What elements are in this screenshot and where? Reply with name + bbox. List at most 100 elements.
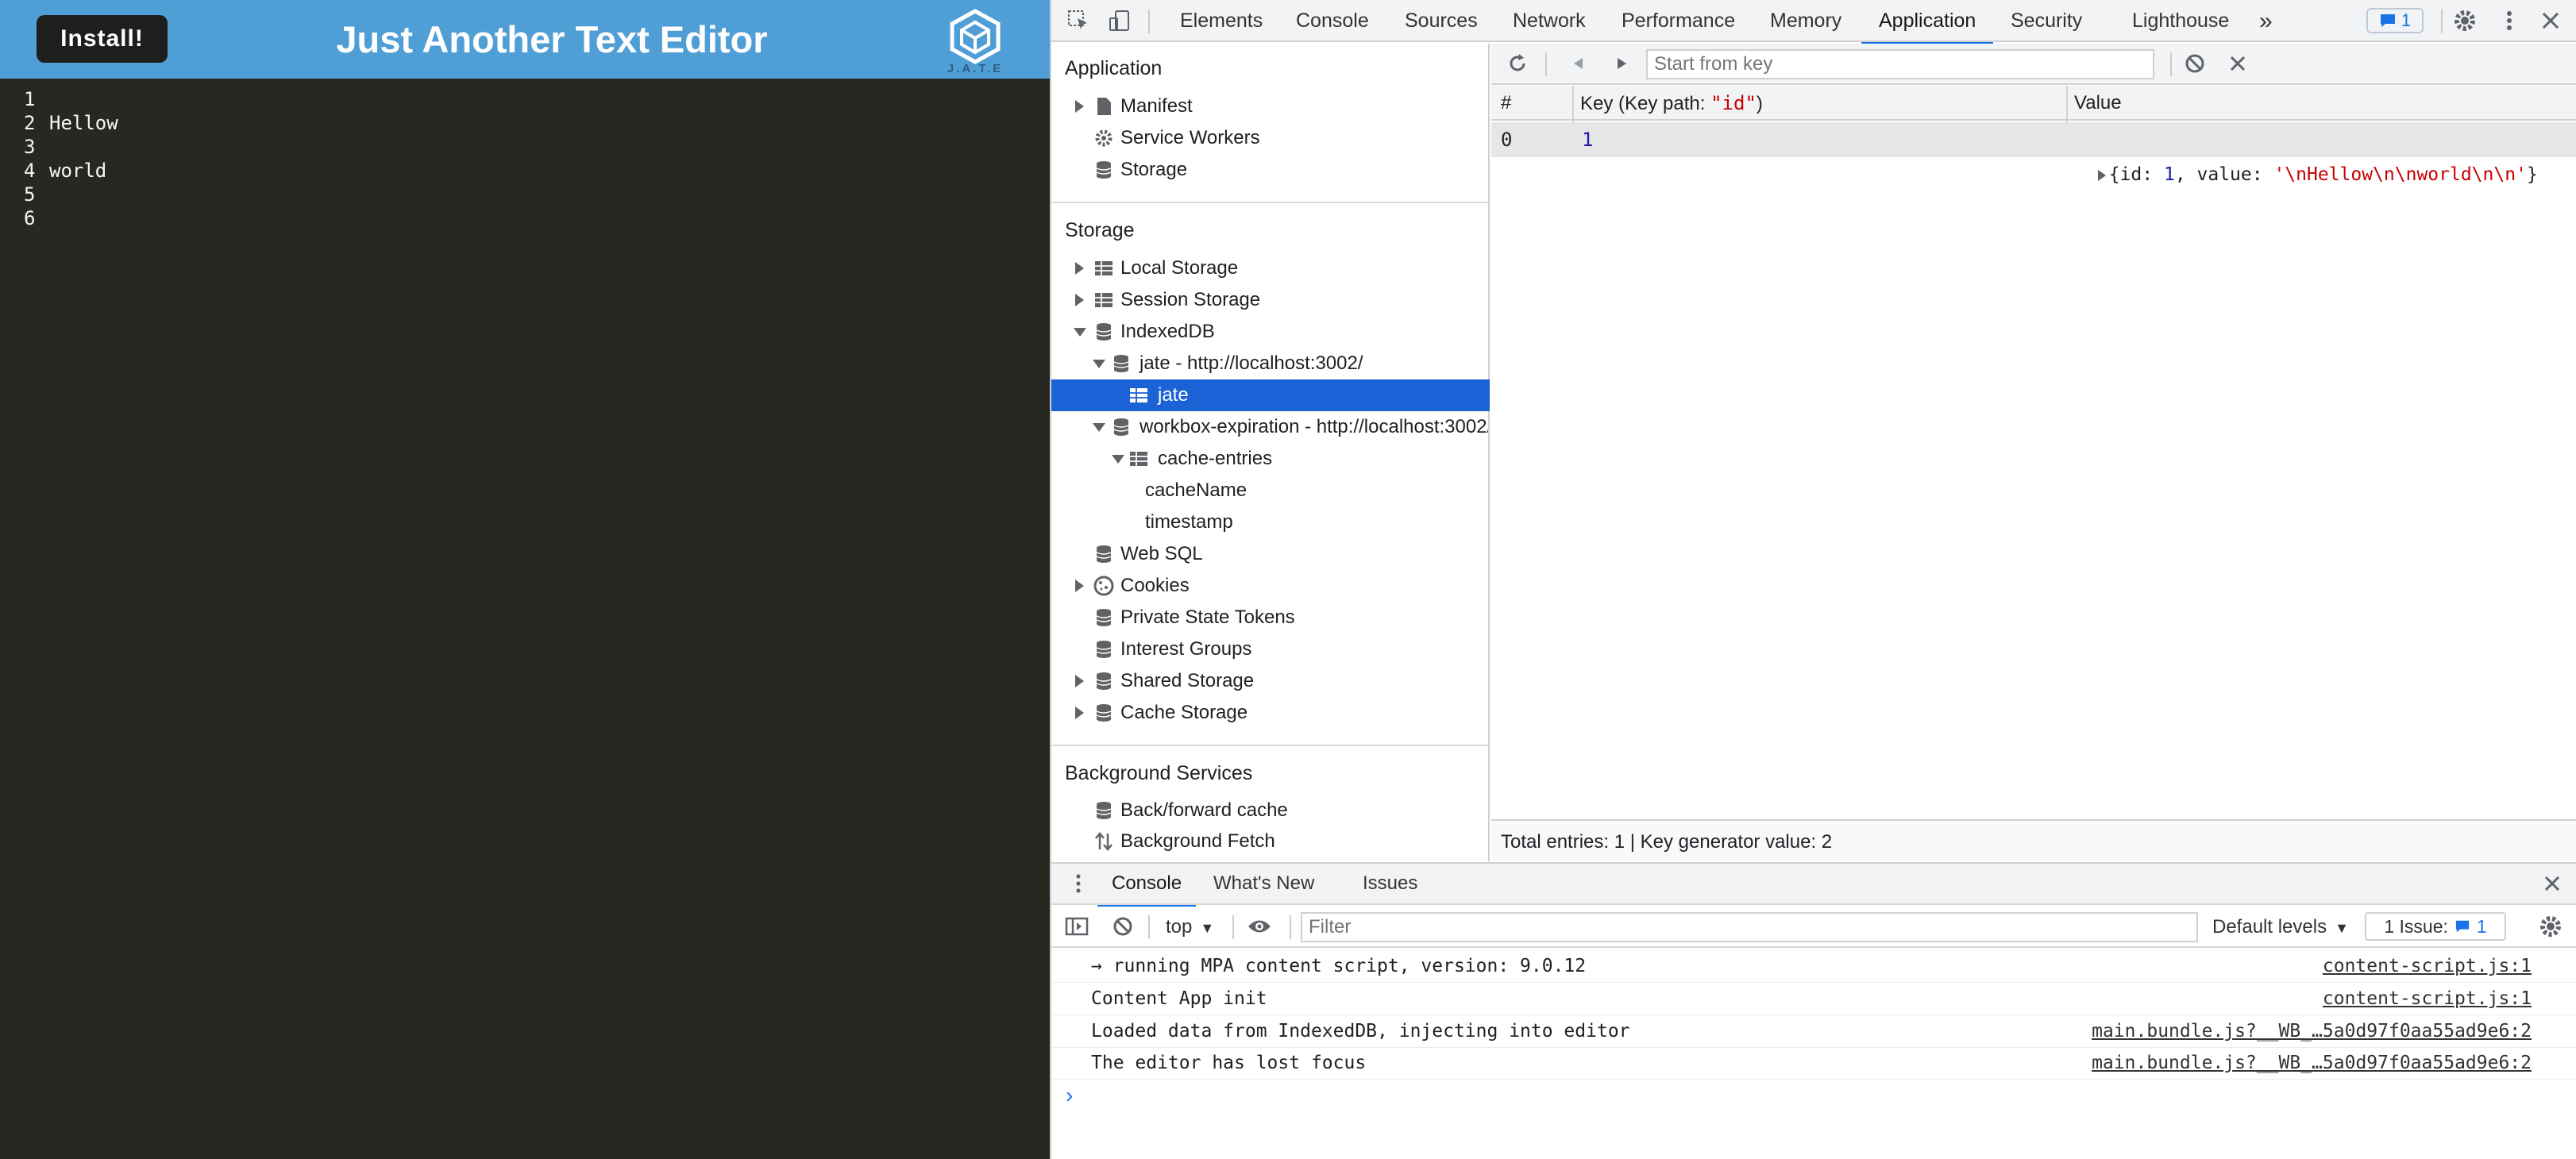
drawer-tab-console[interactable]: Console bbox=[1097, 862, 1197, 908]
console-message-source[interactable]: main.bundle.js?__WB_…5a0d97f0aa55ad9e6:2 bbox=[2092, 1047, 2532, 1079]
tab-sources[interactable]: Sources bbox=[1405, 0, 1478, 42]
row-key: 1 bbox=[1582, 129, 1594, 151]
dropdown-arrow-icon: ▼ bbox=[1200, 920, 1215, 936]
console-settings-gear-icon[interactable] bbox=[2536, 912, 2565, 941]
database-icon bbox=[1096, 161, 1112, 179]
tab-performance[interactable]: Performance bbox=[1622, 0, 1735, 42]
console-message-text: The editor has lost focus bbox=[1091, 1053, 1367, 1073]
previous-page-icon[interactable] bbox=[1564, 49, 1593, 78]
console-message-text: → running MPA content script, version: 9… bbox=[1091, 956, 1587, 976]
line-number: 3 bbox=[24, 136, 36, 158]
console-message: Content App init content-script.js:1 bbox=[1051, 983, 2576, 1015]
next-page-icon[interactable] bbox=[1607, 49, 1636, 78]
row-value[interactable]: {id: 1, value: '\nHellow\n\nworld\n\n'} bbox=[2076, 122, 2538, 185]
database-icon bbox=[1096, 704, 1112, 722]
toolbar-divider bbox=[2441, 10, 2443, 33]
tab-console[interactable]: Console bbox=[1296, 0, 1369, 42]
line-number: 4 bbox=[24, 160, 36, 182]
database-icon bbox=[1096, 323, 1112, 341]
database-icon bbox=[1096, 672, 1112, 690]
tab-elements[interactable]: Elements bbox=[1180, 0, 1263, 42]
database-icon bbox=[1113, 355, 1129, 372]
console-filter-input[interactable] bbox=[1301, 912, 2198, 942]
toolbar-divider bbox=[2170, 52, 2172, 76]
message-icon bbox=[2380, 14, 2395, 27]
inspect-element-icon[interactable] bbox=[1064, 6, 1093, 35]
table-icon bbox=[1095, 293, 1113, 307]
clear-console-icon[interactable] bbox=[1109, 912, 1137, 941]
gear-icon bbox=[1095, 129, 1113, 147]
line-number: 6 bbox=[24, 207, 36, 229]
toolbar-divider bbox=[1545, 52, 1547, 76]
console-message-source[interactable]: content-script.js:1 bbox=[2323, 983, 2532, 1015]
device-toolbar-icon[interactable] bbox=[1105, 6, 1134, 35]
drawer-tab-whats-new[interactable]: What's New bbox=[1213, 862, 1314, 905]
close-devtools-icon[interactable] bbox=[2536, 6, 2565, 35]
tab-lighthouse[interactable]: Lighthouse bbox=[2132, 0, 2229, 42]
delete-selected-icon[interactable] bbox=[2223, 49, 2252, 78]
database-icon bbox=[1096, 609, 1112, 626]
selected-row-highlight bbox=[1051, 379, 1490, 411]
console-prompt[interactable]: › bbox=[1051, 1080, 2576, 1111]
table-icon bbox=[1130, 388, 1147, 402]
close-drawer-icon[interactable] bbox=[2538, 869, 2566, 898]
file-icon bbox=[1097, 98, 1111, 115]
line-number: 1 bbox=[24, 88, 36, 110]
sidebar-item-db-workbox[interactable]: workbox-expiration - http://localhost:30… bbox=[1091, 411, 1488, 443]
message-icon bbox=[2455, 920, 2469, 933]
expand-value-icon[interactable] bbox=[2097, 170, 2106, 181]
console-message: Loaded data from IndexedDB, injecting in… bbox=[1051, 1015, 2576, 1048]
drawer-tab-issues[interactable]: Issues bbox=[1363, 862, 1417, 905]
more-tabs-button[interactable]: » bbox=[2259, 0, 2273, 42]
live-expression-eye-icon[interactable] bbox=[1245, 912, 1274, 941]
issues-count: 1 bbox=[2401, 10, 2412, 30]
console-message: → running MPA content script, version: 9… bbox=[1051, 950, 2576, 983]
sidebar-item-index-timestamp[interactable]: timestamp bbox=[1145, 506, 1233, 538]
column-header-index[interactable]: # bbox=[1501, 86, 1511, 121]
tab-memory[interactable]: Memory bbox=[1770, 0, 1841, 42]
clear-store-icon[interactable] bbox=[2181, 49, 2209, 78]
refresh-icon[interactable] bbox=[1503, 49, 1532, 78]
drawer-menu-icon[interactable] bbox=[1064, 869, 1093, 898]
column-header-key[interactable]: Key (Key path: "id") bbox=[1580, 86, 1763, 121]
console-message: The editor has lost focus main.bundle.js… bbox=[1051, 1047, 2576, 1080]
toolbar-divider bbox=[1290, 915, 1291, 939]
install-button[interactable]: Install! bbox=[37, 15, 168, 63]
code-editor[interactable]: 1 2 Hellow 3 4 world 5 6 bbox=[0, 79, 1050, 1159]
log-levels-dropdown[interactable]: Default levels ▼ bbox=[2212, 907, 2349, 948]
up-down-arrows-icon bbox=[1095, 832, 1113, 851]
console-message-source[interactable]: content-script.js:1 bbox=[2323, 950, 2532, 982]
table-icon bbox=[1095, 261, 1113, 275]
line-number: 5 bbox=[24, 183, 36, 206]
sidebar-toggle-icon[interactable] bbox=[1062, 912, 1091, 941]
console-message-source[interactable]: main.bundle.js?__WB_…5a0d97f0aa55ad9e6:2 bbox=[2092, 1015, 2532, 1047]
settings-gear-icon[interactable] bbox=[2451, 6, 2479, 35]
tab-security[interactable]: Security bbox=[2011, 0, 2082, 42]
dropdown-arrow-icon: ▼ bbox=[2335, 920, 2349, 936]
tab-application[interactable]: Application bbox=[1861, 0, 1994, 45]
cookie-icon bbox=[1093, 576, 1114, 596]
more-options-icon[interactable] bbox=[2495, 6, 2524, 35]
toolbar-divider bbox=[1232, 915, 1234, 939]
prompt-chevron-icon: › bbox=[1066, 1083, 1074, 1107]
issues-counter[interactable]: 1 bbox=[2366, 8, 2424, 33]
sidebar-divider bbox=[1051, 745, 1490, 746]
sidebar-item-index-cachename[interactable]: cacheName bbox=[1145, 475, 1247, 506]
database-icon bbox=[1096, 802, 1112, 819]
console-message-text: Content App init bbox=[1091, 988, 1267, 1009]
section-title-storage: Storage bbox=[1065, 219, 1135, 241]
app-title: Just Another Text Editor bbox=[336, 18, 768, 60]
logo-text: J.A.T.E bbox=[947, 62, 1004, 75]
line-text[interactable]: Hellow bbox=[49, 111, 118, 135]
tab-network[interactable]: Network bbox=[1513, 0, 1586, 42]
column-header-value[interactable]: Value bbox=[2074, 86, 2122, 121]
line-text[interactable]: world bbox=[49, 159, 106, 183]
toolbar-divider bbox=[1148, 10, 1150, 33]
console-issues-button[interactable]: 1 Issue: 1 bbox=[2365, 912, 2506, 941]
start-from-key-input[interactable] bbox=[1646, 49, 2154, 79]
database-icon bbox=[1113, 418, 1129, 436]
context-selector[interactable]: top ▼ bbox=[1166, 907, 1214, 948]
console-message-text: Loaded data from IndexedDB, injecting in… bbox=[1091, 1021, 1630, 1042]
toolbar-divider bbox=[1148, 915, 1150, 939]
sidebar-divider bbox=[1051, 202, 1490, 203]
